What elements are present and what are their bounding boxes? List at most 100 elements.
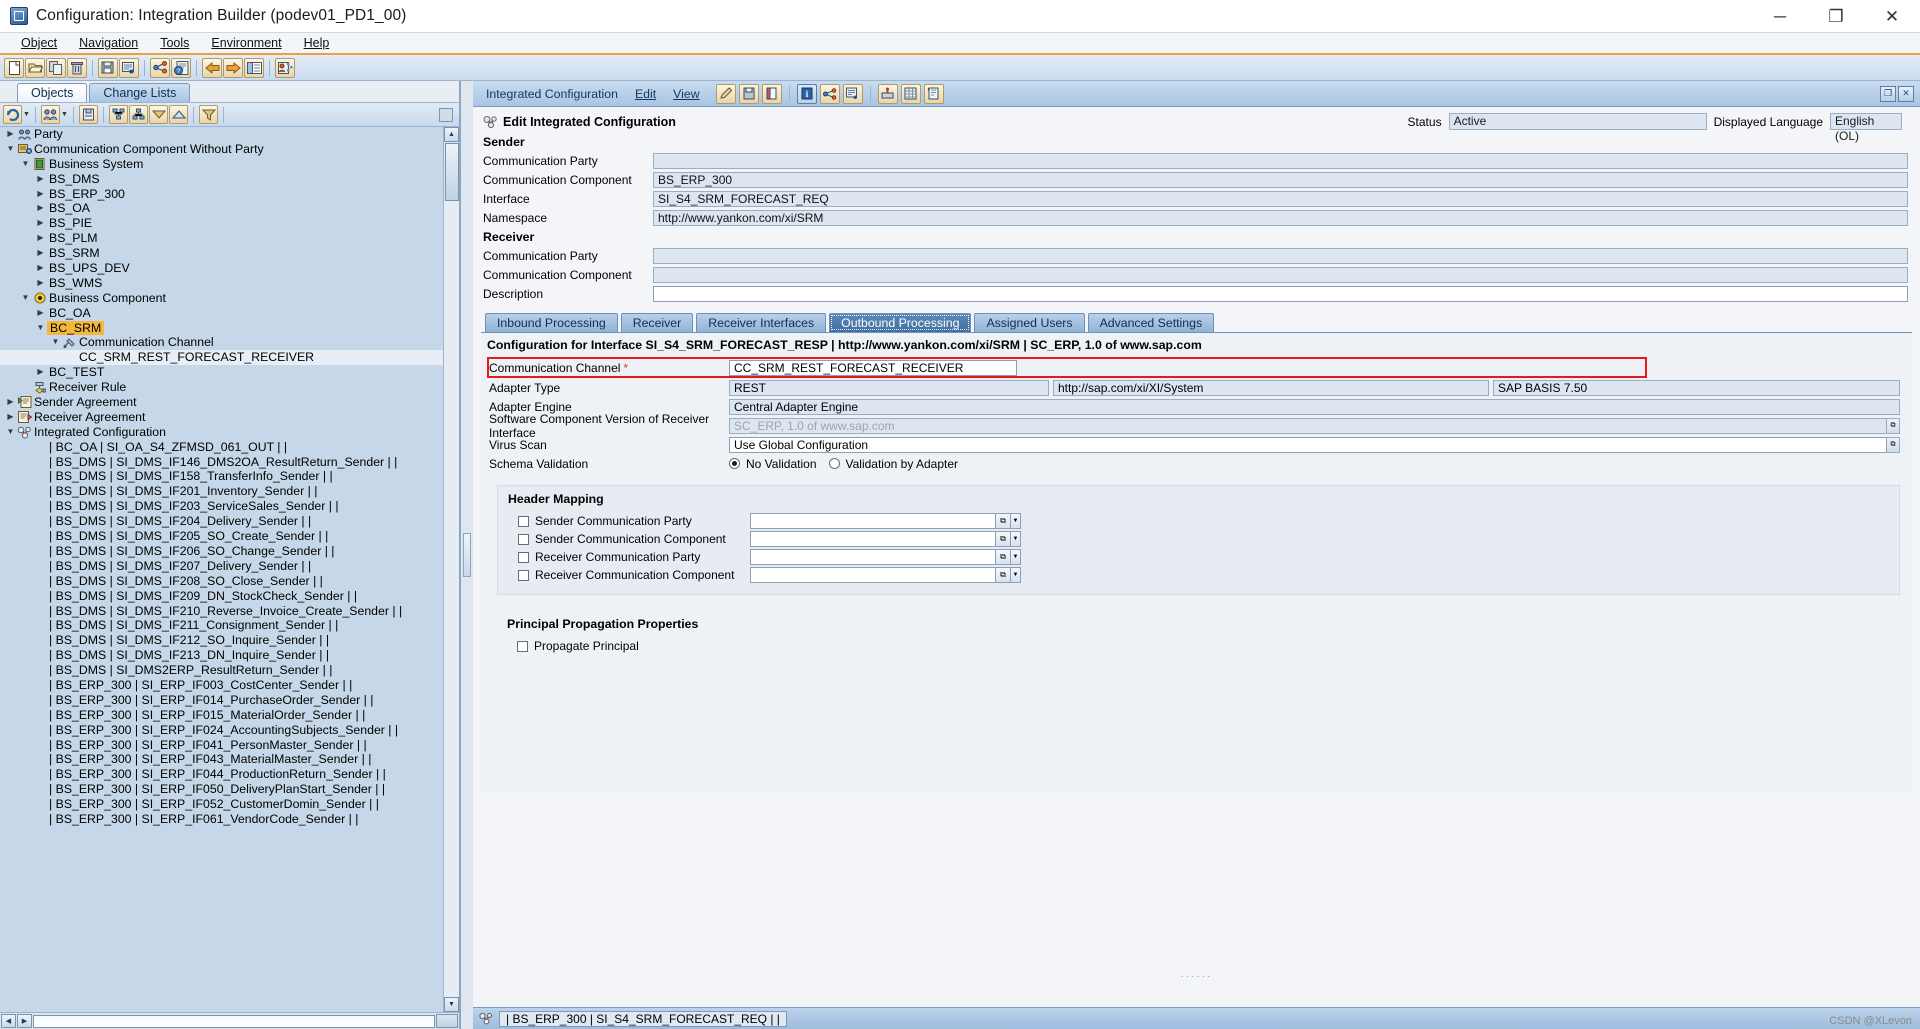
tab-assigned-users[interactable]: Assigned Users bbox=[974, 313, 1085, 332]
receiver-communication-party-mapping-input[interactable] bbox=[750, 549, 996, 565]
tree-item[interactable]: ▼ Integrated Configuration bbox=[0, 425, 443, 440]
tree-item[interactable]: | BS_ERP_300 | SI_ERP_IF044_ProductionRe… bbox=[0, 767, 443, 782]
tab-outbound-processing[interactable]: Outbound Processing bbox=[829, 313, 972, 332]
tab-inbound-processing[interactable]: Inbound Processing bbox=[485, 313, 618, 332]
tree-item[interactable]: | BS_DMS | SI_DMS_IF146_DMS2OA_ResultRet… bbox=[0, 455, 443, 470]
tree-item[interactable]: ▶ BS_SRM bbox=[0, 246, 443, 261]
scroll-down-button[interactable]: ▼ bbox=[444, 997, 459, 1012]
tree-item[interactable]: ▶ BS_OA bbox=[0, 201, 443, 216]
close-button[interactable]: ✕ bbox=[1864, 0, 1920, 32]
tree-item[interactable]: ▼ Communication Component Without Party bbox=[0, 142, 443, 157]
check-object-icon[interactable] bbox=[119, 57, 139, 78]
checkbox-receiver-communication-party[interactable] bbox=[518, 551, 529, 563]
tree-item[interactable]: ▼ Business Component bbox=[0, 291, 443, 306]
tree-item[interactable]: | BS_DMS | SI_DMS_IF203_ServiceSales_Sen… bbox=[0, 499, 443, 514]
save-all-icon[interactable] bbox=[98, 57, 118, 78]
tree-item[interactable]: | BS_DMS | SI_DMS_IF201_Inventory_Sender… bbox=[0, 484, 443, 499]
search-icon[interactable] bbox=[79, 105, 98, 124]
menu-tools[interactable]: Tools bbox=[149, 34, 200, 52]
language-value[interactable]: English (OL) bbox=[1830, 113, 1902, 143]
tree-item[interactable]: ▶ BS_ERP_300 bbox=[0, 187, 443, 202]
h-scroll-end[interactable] bbox=[436, 1014, 458, 1028]
chevron-down-icon[interactable]: ▼ bbox=[4, 425, 17, 440]
tree-item[interactable]: | BS_DMS | SI_DMS2ERP_ResultReturn_Sende… bbox=[0, 663, 443, 678]
chevron-down-icon[interactable]: ▼ bbox=[19, 157, 32, 172]
sender-communication-party-mapping-input[interactable] bbox=[750, 513, 996, 529]
communication-channel-value[interactable]: CC_SRM_REST_FORECAST_RECEIVER bbox=[729, 359, 1017, 376]
chevron-down-icon[interactable]: ▼ bbox=[4, 142, 17, 157]
receiver-communication-component-dropdown-icon[interactable]: ▼ bbox=[1011, 567, 1021, 583]
activate-icon[interactable] bbox=[877, 83, 898, 104]
tree-horizontal-scrollbar[interactable]: ◀ ▶ bbox=[0, 1012, 459, 1029]
checkbox-propagate-principal[interactable] bbox=[517, 640, 528, 652]
tree-item[interactable]: ▼ BC_SRM bbox=[0, 320, 443, 336]
menu-help[interactable]: Help bbox=[293, 34, 341, 52]
tree-item[interactable]: ▶ BC_TEST bbox=[0, 365, 443, 380]
chevron-right-icon[interactable]: ▶ bbox=[34, 216, 47, 231]
scroll-track[interactable] bbox=[444, 201, 459, 997]
tree-item[interactable]: | BS_DMS | SI_DMS_IF208_SO_Close_Sender … bbox=[0, 574, 443, 589]
collapse-all-icon[interactable] bbox=[149, 105, 168, 124]
tree-item[interactable]: | BS_DMS | SI_DMS_IF210_Reverse_Invoice_… bbox=[0, 604, 443, 619]
copy-icon[interactable] bbox=[46, 57, 66, 78]
find-objects-dropdown-icon[interactable]: ▼ bbox=[61, 105, 68, 124]
find-objects-icon[interactable] bbox=[41, 105, 60, 124]
expand-all-icon[interactable] bbox=[169, 105, 188, 124]
maximize-button[interactable]: ❐ bbox=[1808, 0, 1864, 32]
forward-arrow-icon[interactable] bbox=[223, 57, 243, 78]
chevron-right-icon[interactable]: ▶ bbox=[34, 201, 47, 216]
tree-item[interactable]: CC_SRM_REST_FORECAST_RECEIVER bbox=[0, 350, 443, 366]
tree-item[interactable]: ▶ BS_DMS bbox=[0, 172, 443, 187]
scroll-thumb[interactable] bbox=[444, 143, 459, 201]
tree-item[interactable]: | BS_ERP_300 | SI_ERP_IF050_DeliveryPlan… bbox=[0, 782, 443, 797]
refresh-icon[interactable] bbox=[3, 105, 22, 124]
restore-icon[interactable]: ❐ bbox=[1880, 85, 1896, 102]
chevron-right-icon[interactable]: ▶ bbox=[34, 231, 47, 246]
receiver-communication-party-dropdown-icon[interactable]: ▼ bbox=[1011, 549, 1021, 565]
virus-scan-value[interactable]: Use Global Configuration bbox=[729, 436, 1887, 453]
scroll-left-button[interactable]: ◀ bbox=[1, 1014, 16, 1028]
menu-environment[interactable]: Environment bbox=[200, 34, 292, 52]
chevron-down-icon[interactable]: ▼ bbox=[49, 335, 62, 350]
tree-item[interactable]: | BS_ERP_300 | SI_ERP_IF052_CustomerDomi… bbox=[0, 797, 443, 812]
collapse-node-icon[interactable] bbox=[129, 105, 148, 124]
chevron-right-icon[interactable]: ▶ bbox=[34, 187, 47, 202]
chevron-right-icon[interactable]: ▶ bbox=[34, 261, 47, 276]
history-icon[interactable] bbox=[923, 83, 944, 104]
tree-item[interactable]: ▶ Sender Agreement bbox=[0, 395, 443, 410]
sender-communication-party-dropdown-icon[interactable]: ▼ bbox=[1011, 513, 1021, 529]
tree-item[interactable]: Receiver Rule bbox=[0, 380, 443, 395]
checkbox-sender-communication-party[interactable] bbox=[518, 515, 529, 527]
editor-menu-integrated-configuration[interactable]: Integrated Configuration bbox=[479, 87, 625, 101]
list-view-icon[interactable] bbox=[244, 57, 264, 78]
tab-change-lists[interactable]: Change Lists bbox=[89, 83, 191, 102]
where-used-icon[interactable] bbox=[150, 57, 170, 78]
edit-pencil-icon[interactable] bbox=[715, 83, 736, 104]
tab-objects[interactable]: Objects bbox=[17, 83, 88, 102]
tree-item[interactable]: | BS_DMS | SI_DMS_IF212_SO_Inquire_Sende… bbox=[0, 633, 443, 648]
minimize-button[interactable]: ─ bbox=[1752, 0, 1808, 32]
object-tree[interactable]: ▶ Party ▼ Communication Component Without P… bbox=[0, 127, 443, 1012]
tree-item[interactable]: ▼ Business System bbox=[0, 157, 443, 172]
tree-item[interactable]: | BS_DMS | SI_DMS_IF204_Delivery_Sender … bbox=[0, 514, 443, 529]
sender-communication-component-mapping-input[interactable] bbox=[750, 531, 996, 547]
tree-item[interactable]: ▼ Communication Channel bbox=[0, 335, 443, 350]
tree-item[interactable]: | BS_ERP_300 | SI_ERP_IF003_CostCenter_S… bbox=[0, 678, 443, 693]
save-icon[interactable] bbox=[738, 83, 759, 104]
tree-item[interactable]: | BS_ERP_300 | SI_ERP_IF014_PurchaseOrde… bbox=[0, 693, 443, 708]
tree-item[interactable]: ▶ BS_PLM bbox=[0, 231, 443, 246]
back-arrow-icon[interactable] bbox=[202, 57, 222, 78]
checkbox-sender-communication-component[interactable] bbox=[518, 533, 529, 545]
tab-advanced-settings[interactable]: Advanced Settings bbox=[1087, 313, 1215, 332]
tree-item[interactable]: | BC_OA | SI_OA_S4_ZFMSD_061_OUT | | bbox=[0, 440, 443, 455]
receiver-communication-component-picker-icon[interactable]: ⧉ bbox=[996, 567, 1011, 583]
user-settings-icon[interactable] bbox=[275, 57, 295, 78]
refresh-dropdown-icon[interactable]: ▼ bbox=[23, 105, 30, 124]
open-folder-icon[interactable] bbox=[25, 57, 45, 78]
chevron-right-icon[interactable]: ▶ bbox=[4, 395, 17, 410]
virus-scan-picker-icon[interactable]: ⧉ bbox=[1887, 436, 1900, 453]
chevron-right-icon[interactable]: ▶ bbox=[34, 306, 47, 321]
h-scroll-thumb[interactable] bbox=[33, 1014, 435, 1028]
where-used-icon[interactable] bbox=[819, 83, 840, 104]
close-panel-icon[interactable]: ✕ bbox=[1898, 85, 1914, 102]
